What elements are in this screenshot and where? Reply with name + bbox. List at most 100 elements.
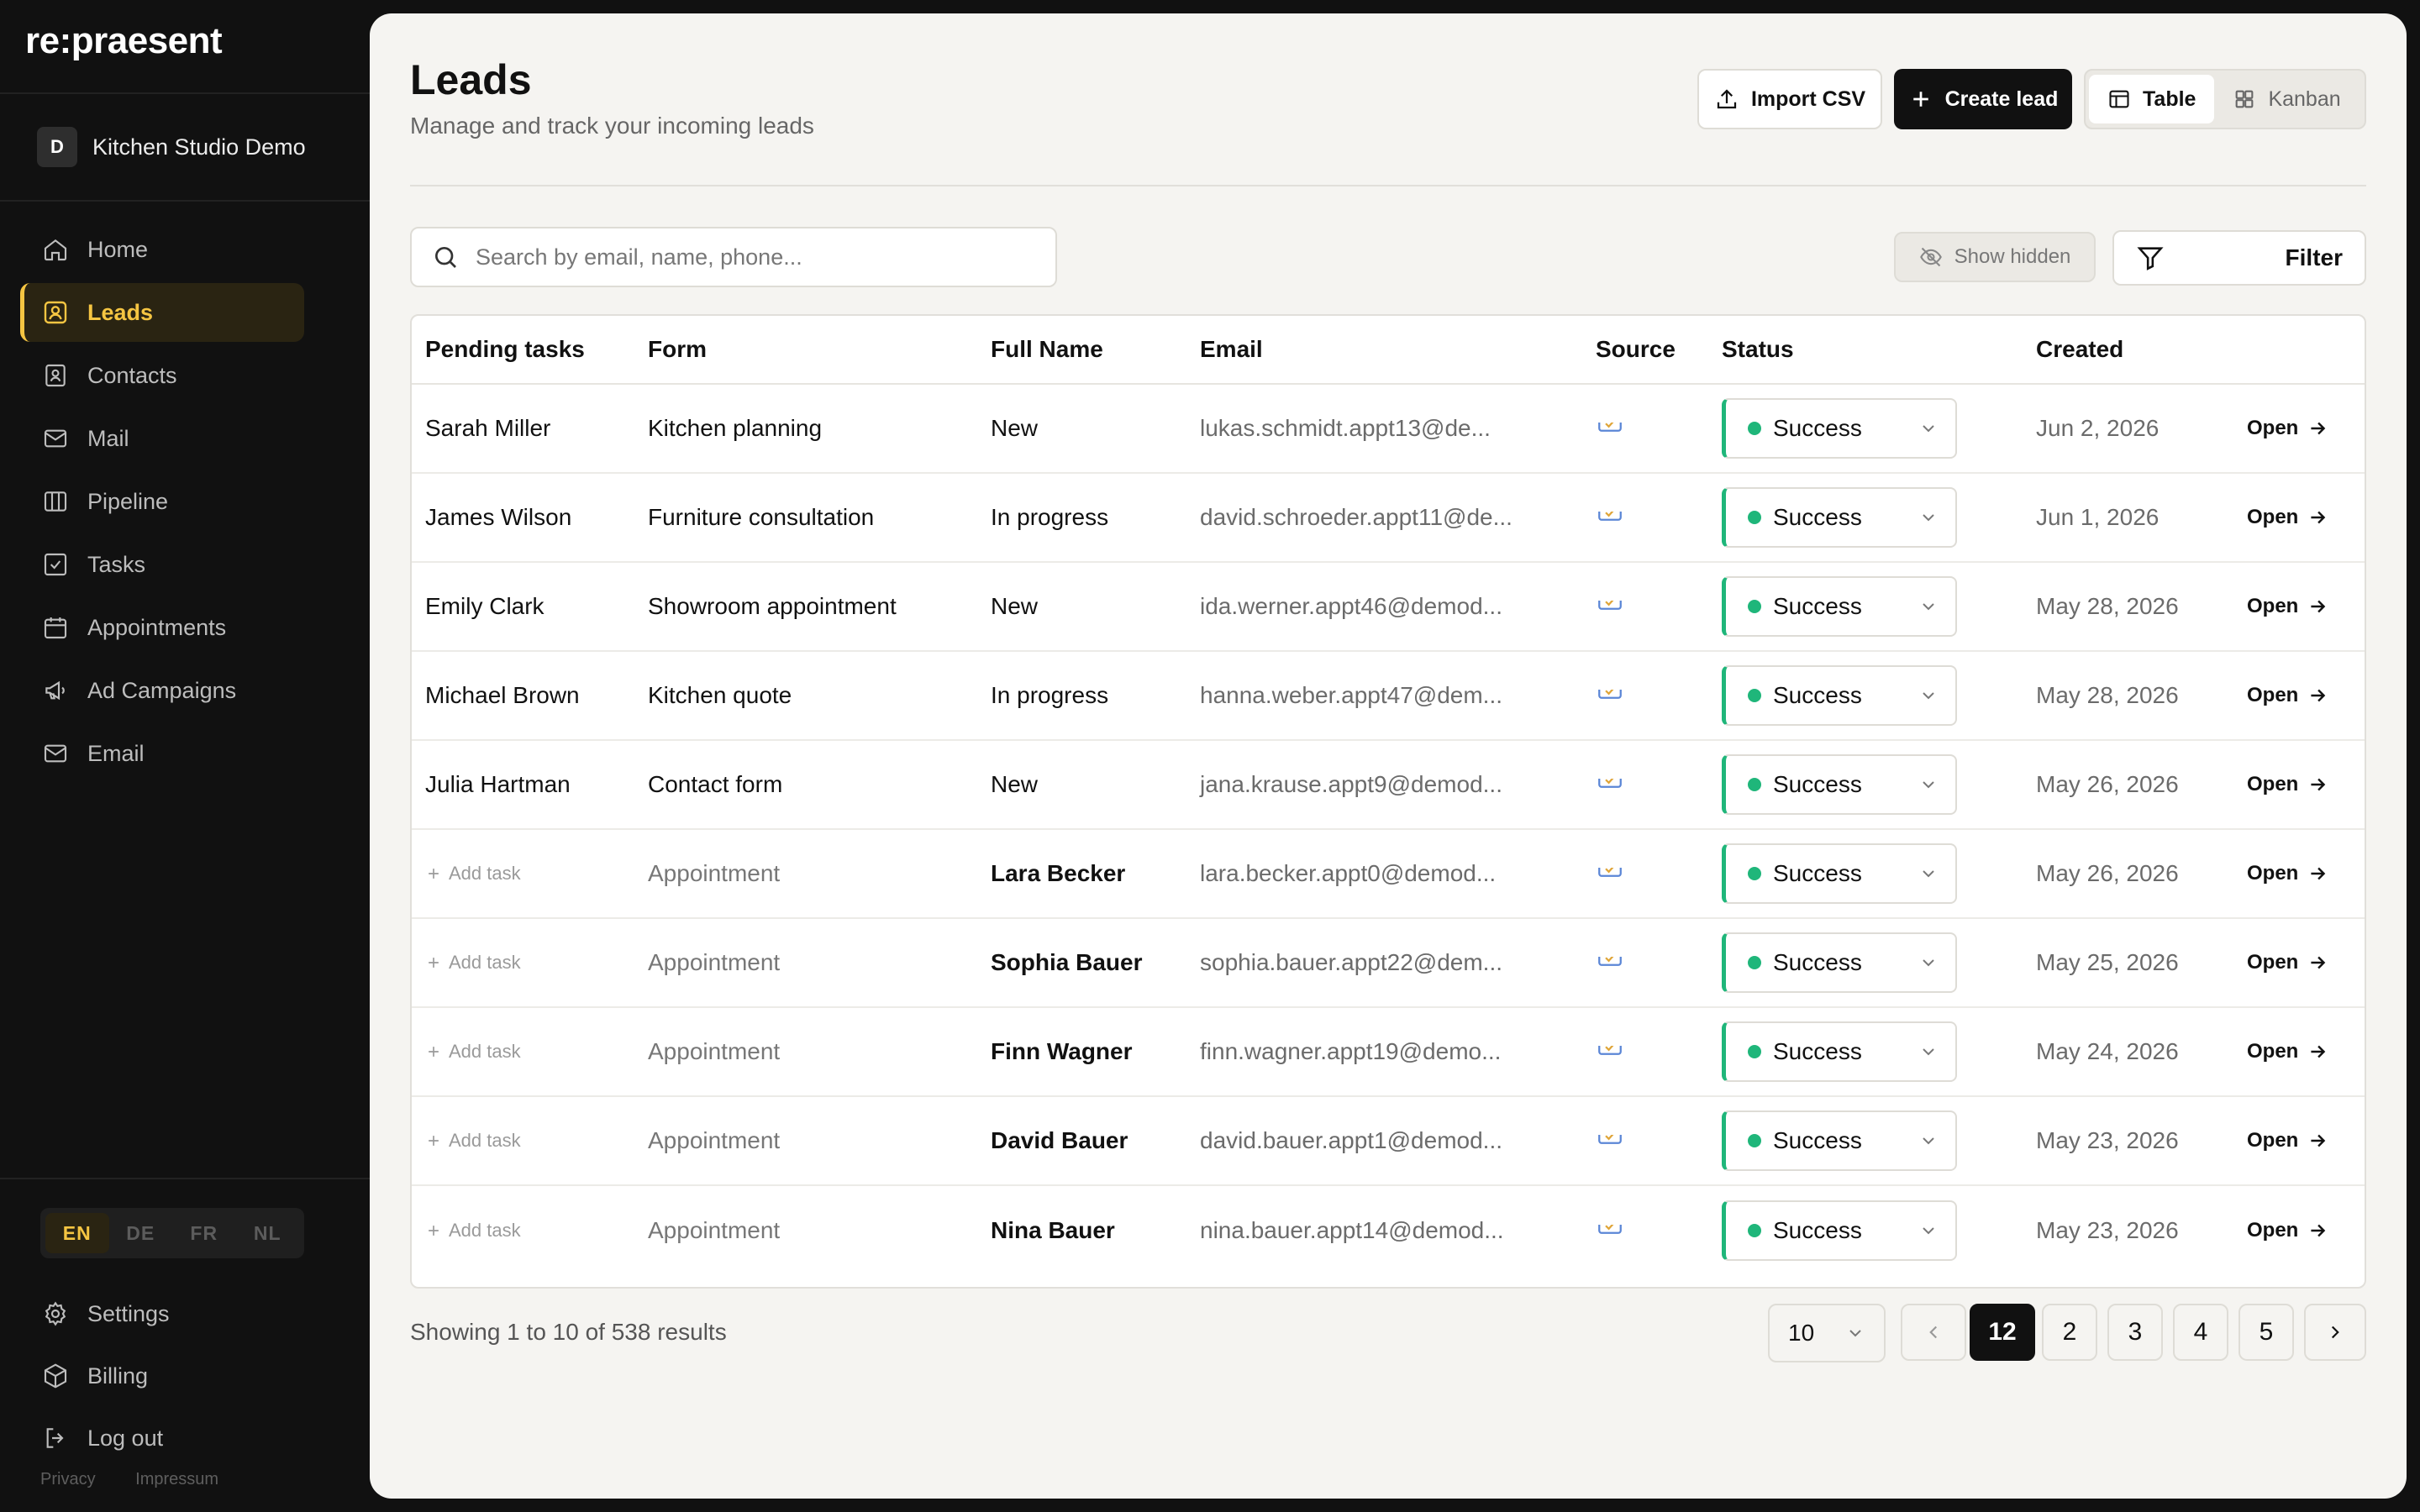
- open-cell: Open: [2233, 417, 2365, 440]
- status-select[interactable]: Success: [1722, 1200, 1957, 1261]
- table-row[interactable]: Add task Appointment David Bauer david.b…: [412, 1097, 2365, 1186]
- add-task-button[interactable]: Add task: [425, 863, 634, 885]
- column-status[interactable]: Status: [1708, 336, 2023, 363]
- lang-de[interactable]: DE: [109, 1213, 173, 1253]
- sidebar-item-logout[interactable]: Log out: [20, 1408, 304, 1468]
- open-lead-link[interactable]: Open: [2247, 684, 2365, 707]
- page-button-4[interactable]: 4: [2173, 1304, 2228, 1361]
- calendar-icon: [1598, 1225, 1622, 1234]
- open-lead-link[interactable]: Open: [2247, 1040, 2365, 1063]
- workspace-avatar: D: [37, 127, 77, 167]
- sidebar-item-home[interactable]: Home: [20, 220, 304, 279]
- search-box: [410, 227, 1057, 287]
- prev-page-button[interactable]: [1901, 1304, 1966, 1361]
- sidebar-item-label: Mail: [87, 425, 129, 451]
- page-button-5[interactable]: 5: [2238, 1304, 2294, 1361]
- open-lead-link[interactable]: Open: [2247, 417, 2365, 440]
- create-lead-button[interactable]: Create lead: [1894, 69, 2072, 129]
- page-button-current[interactable]: 12: [1970, 1304, 2035, 1361]
- sidebar-item-mail[interactable]: Mail: [20, 409, 304, 468]
- table-row[interactable]: Add task Appointment Finn Wagner finn.wa…: [412, 1008, 2365, 1097]
- open-lead-link[interactable]: Open: [2247, 506, 2365, 529]
- email-cell: hanna.weber.appt47@dem...: [1200, 682, 1503, 708]
- chevron-down-icon: [1849, 1330, 1861, 1337]
- status-cell: Success: [1708, 487, 2023, 548]
- page-button-2[interactable]: 2: [2042, 1304, 2097, 1361]
- filter-label: Filter: [2285, 244, 2343, 270]
- table-row[interactable]: Add task Appointment Sophia Bauer sophia…: [412, 919, 2365, 1008]
- box-icon: [44, 1363, 67, 1389]
- table-row[interactable]: Julia Hartman Contact form New jana.krau…: [412, 741, 2365, 830]
- chevron-down-icon: [1923, 425, 1934, 433]
- lang-en[interactable]: EN: [45, 1213, 109, 1253]
- status-select[interactable]: Success: [1722, 1110, 1957, 1171]
- filter-button[interactable]: Filter: [2112, 230, 2366, 286]
- search-input[interactable]: [476, 244, 1030, 270]
- add-task-button[interactable]: Add task: [425, 1220, 634, 1242]
- open-lead-link[interactable]: Open: [2247, 773, 2365, 796]
- table-row[interactable]: Sarah Miller Kitchen planning New lukas.…: [412, 385, 2365, 474]
- import-csv-button[interactable]: Import CSV: [1697, 69, 1882, 129]
- open-lead-link[interactable]: Open: [2247, 1219, 2365, 1242]
- table-row[interactable]: James Wilson Furniture consultation In p…: [412, 474, 2365, 563]
- add-task-button[interactable]: Add task: [425, 1041, 634, 1063]
- status-select[interactable]: Success: [1722, 1021, 1957, 1082]
- status-select[interactable]: Success: [1722, 665, 1957, 726]
- brand-logo[interactable]: re:praesent: [25, 20, 223, 62]
- open-lead-link[interactable]: Open: [2247, 595, 2365, 618]
- table-row[interactable]: Add task Appointment Lara Becker lara.be…: [412, 830, 2365, 919]
- workspace-switcher[interactable]: D Kitchen Studio Demo: [0, 92, 370, 202]
- column-created[interactable]: Created: [2023, 336, 2233, 363]
- next-page-button[interactable]: [2304, 1304, 2366, 1361]
- lang-nl[interactable]: NL: [236, 1213, 300, 1253]
- open-lead-link[interactable]: Open: [2247, 1129, 2365, 1152]
- status-select[interactable]: Success: [1722, 576, 1957, 637]
- table-row[interactable]: Emily Clark Showroom appointment New ida…: [412, 563, 2365, 652]
- open-label: Open: [2247, 506, 2299, 528]
- sidebar-item-billing[interactable]: Billing: [20, 1346, 304, 1406]
- status-cell: Success: [1708, 1021, 2023, 1082]
- sidebar-item-email[interactable]: Email: [20, 724, 304, 783]
- column-email[interactable]: Email: [1186, 336, 1582, 363]
- logout-icon: [46, 1428, 64, 1448]
- sidebar-item-tasks[interactable]: Tasks: [20, 535, 304, 594]
- sidebar-item-ad-campaigns[interactable]: Ad Campaigns: [20, 661, 304, 720]
- status-select[interactable]: Success: [1722, 754, 1957, 815]
- status-select[interactable]: Success: [1722, 487, 1957, 548]
- column-source[interactable]: Source: [1582, 336, 1708, 363]
- sidebar-item-settings[interactable]: Settings: [20, 1284, 304, 1344]
- plus-icon: [429, 1136, 439, 1146]
- table-row[interactable]: Add task Appointment Nina Bauer nina.bau…: [412, 1186, 2365, 1275]
- column-pending-tasks[interactable]: Pending tasks: [412, 336, 634, 363]
- status-select[interactable]: Success: [1722, 843, 1957, 904]
- open-label: Open: [2247, 684, 2299, 706]
- column-full-name[interactable]: Full Name: [977, 336, 1186, 363]
- status-dot: [1748, 1045, 1761, 1058]
- view-kanban-tab[interactable]: Kanban: [2214, 75, 2359, 123]
- impressum-link[interactable]: Impressum: [135, 1470, 218, 1488]
- show-hidden-button[interactable]: Show hidden: [1894, 232, 2096, 282]
- page-button-3[interactable]: 3: [2107, 1304, 2163, 1361]
- created-cell: Jun 1, 2026: [2036, 504, 2160, 530]
- created-cell: May 28, 2026: [2036, 593, 2179, 619]
- table-row[interactable]: Michael Brown Kitchen quote In progress …: [412, 652, 2365, 741]
- status-select[interactable]: Success: [1722, 398, 1957, 459]
- sidebar-item-pipeline[interactable]: Pipeline: [20, 472, 304, 531]
- status-select[interactable]: Success: [1722, 932, 1957, 993]
- add-task-button[interactable]: Add task: [425, 1130, 634, 1152]
- sidebar-item-leads[interactable]: Leads: [20, 283, 304, 342]
- open-cell: Open: [2233, 951, 2365, 974]
- privacy-link[interactable]: Privacy: [40, 1470, 96, 1488]
- lang-fr[interactable]: FR: [172, 1213, 236, 1253]
- open-lead-link[interactable]: Open: [2247, 862, 2365, 885]
- add-task-button[interactable]: Add task: [425, 952, 634, 974]
- status-value: Success: [1773, 504, 1862, 530]
- per-page-select[interactable]: 10: [1768, 1304, 1886, 1362]
- open-lead-link[interactable]: Open: [2247, 951, 2365, 974]
- sidebar-item-appointments[interactable]: Appointments: [20, 598, 304, 657]
- column-form[interactable]: Form: [634, 336, 977, 363]
- open-label: Open: [2247, 1219, 2299, 1242]
- full-name-cell: In progress: [991, 504, 1109, 530]
- view-table-tab[interactable]: Table: [2089, 75, 2215, 123]
- sidebar-item-contacts[interactable]: Contacts: [20, 346, 304, 405]
